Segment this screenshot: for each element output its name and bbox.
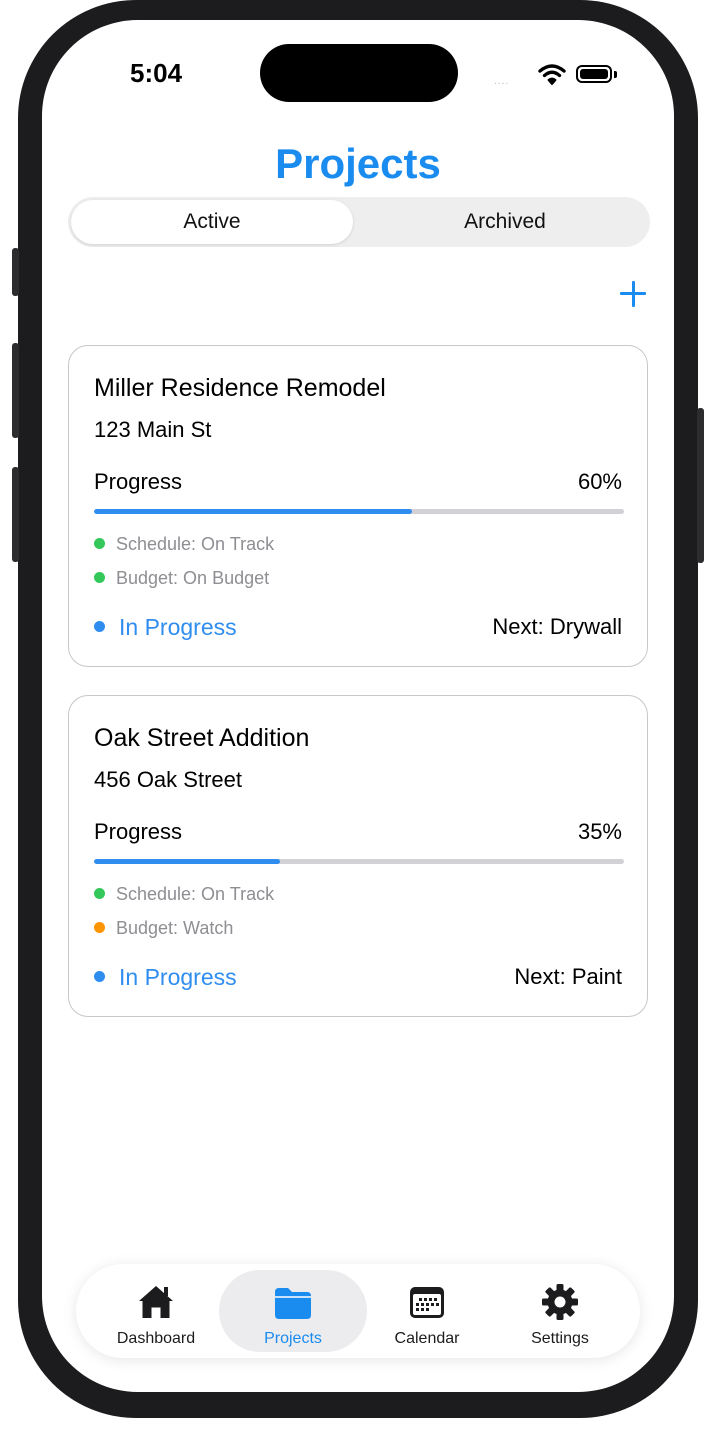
project-state: In Progress <box>94 964 237 991</box>
schedule-text: Schedule: On Track <box>116 884 275 904</box>
folder-icon <box>275 1288 311 1319</box>
tab-projects[interactable]: Projects <box>219 1270 367 1352</box>
project-card[interactable]: Oak Street Addition 456 Oak Street Progr… <box>68 695 648 1017</box>
state-text: In Progress <box>119 964 237 990</box>
progress-bar-fill <box>94 859 280 864</box>
gear-icon <box>542 1284 578 1320</box>
schedule-dot-icon <box>94 888 105 899</box>
tab-label: Settings <box>531 1330 589 1347</box>
progress-bar <box>94 859 624 864</box>
segment-active[interactable]: Active <box>71 200 353 244</box>
progress-percent: 60% <box>577 469 622 494</box>
house-icon <box>139 1286 173 1318</box>
power-button <box>697 408 704 563</box>
project-address: 123 Main St <box>94 417 212 442</box>
project-card[interactable]: Miller Residence Remodel 123 Main St Pro… <box>68 345 648 667</box>
progress-label: Progress <box>94 469 183 494</box>
status-segmented-control: Active Archived <box>68 197 650 247</box>
next-task: Next: Drywall <box>492 614 622 639</box>
status-time: 5:04 <box>130 58 183 88</box>
progress-percent: 35% <box>577 819 622 844</box>
volume-up-button <box>12 343 19 438</box>
budget-dot-icon <box>94 922 105 933</box>
volume-down-button <box>12 467 19 562</box>
tab-settings[interactable]: Settings <box>486 1270 634 1352</box>
battery-icon <box>576 65 612 83</box>
budget-dot-icon <box>94 572 105 583</box>
schedule-status: Schedule: On Track <box>94 534 274 555</box>
dynamic-island <box>260 44 458 102</box>
action-button <box>12 248 19 296</box>
tab-label: Projects <box>264 1330 322 1347</box>
budget-text: Budget: On Budget <box>116 568 270 588</box>
project-state: In Progress <box>94 614 237 641</box>
segment-archived[interactable]: Archived <box>364 197 646 247</box>
tab-label: Dashboard <box>116 1330 196 1347</box>
project-address: 456 Oak Street <box>94 767 242 792</box>
progress-label: Progress <box>94 819 183 844</box>
tab-bar: Dashboard Projects Calendar Settings <box>76 1264 640 1358</box>
budget-status: Budget: Watch <box>94 918 233 939</box>
schedule-dot-icon <box>94 538 105 549</box>
state-text: In Progress <box>119 614 237 640</box>
calendar-icon <box>410 1287 444 1318</box>
status-indicators: .... <box>494 62 624 87</box>
budget-status: Budget: On Budget <box>94 568 269 589</box>
budget-text: Budget: Watch <box>116 918 234 938</box>
project-name: Miller Residence Remodel <box>94 374 386 402</box>
state-dot-icon <box>94 621 105 632</box>
add-project-button[interactable] <box>614 275 652 313</box>
project-name: Oak Street Addition <box>94 724 310 752</box>
tab-label: Calendar <box>394 1330 460 1347</box>
state-dot-icon <box>94 971 105 982</box>
cellular-signal-icon: .... <box>494 76 510 87</box>
battery-cap <box>614 71 617 78</box>
wifi-icon <box>538 64 566 85</box>
next-task: Next: Paint <box>514 964 622 989</box>
progress-bar <box>94 509 624 514</box>
page-title: Projects <box>275 140 441 187</box>
tab-dashboard[interactable]: Dashboard <box>82 1270 230 1352</box>
app-screen: 5:04 .... Projects Active Archived Mille… <box>42 20 674 1392</box>
progress-bar-fill <box>94 509 412 514</box>
tab-calendar[interactable]: Calendar <box>353 1270 501 1352</box>
schedule-text: Schedule: On Track <box>116 534 275 554</box>
schedule-status: Schedule: On Track <box>94 884 274 905</box>
